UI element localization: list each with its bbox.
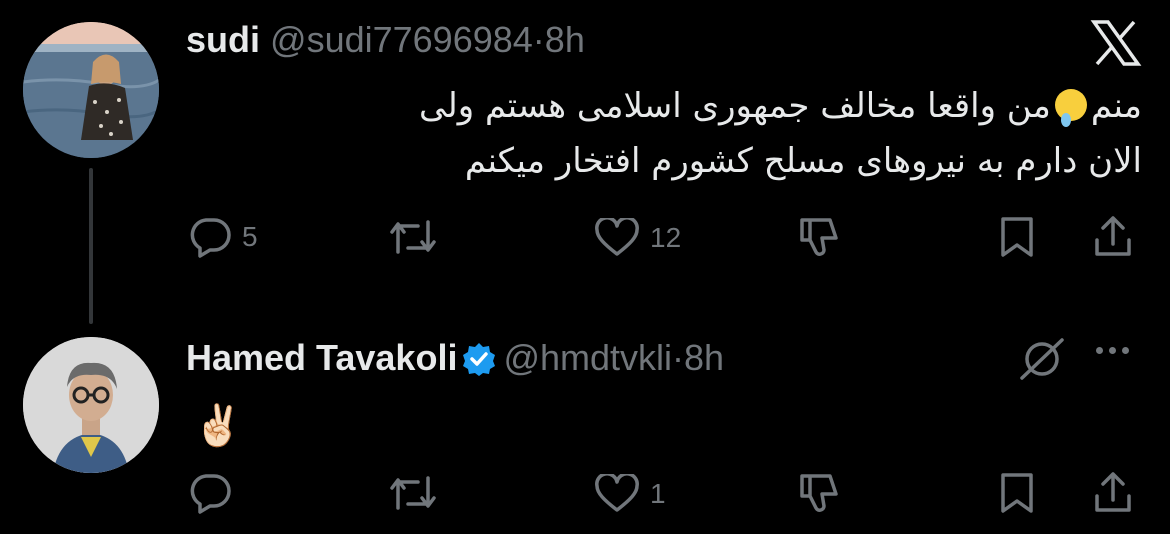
tweet2-reply-button[interactable] <box>188 472 242 514</box>
thread-connector-line <box>89 168 93 324</box>
x-logo-icon[interactable] <box>1090 20 1142 71</box>
tweet2-text: ✌🏻 <box>193 403 243 449</box>
tweet2-handle[interactable]: @hmdtvkli <box>503 337 672 378</box>
more-icon[interactable] <box>1096 347 1129 354</box>
like-icon <box>595 218 639 256</box>
tweet1-retweet-button[interactable] <box>388 218 448 256</box>
tweet1-handle[interactable]: @sudi77696984 <box>270 19 533 60</box>
tweet1-text: منم من واقعا مخالف جمهوری اسلامی هستم ولی… <box>419 79 1142 189</box>
tweet2-share-button[interactable] <box>1092 470 1134 514</box>
tweet1-line1: منم من واقعا مخالف جمهوری اسلامی هستم ولی <box>419 79 1142 134</box>
tweet1-like-button[interactable]: 12 <box>594 218 681 258</box>
tweet1-reply-count: 5 <box>242 221 258 252</box>
bookmark-icon <box>1001 217 1033 257</box>
tweet1-like-count: 12 <box>650 222 682 253</box>
share-icon <box>1095 472 1131 512</box>
tweet1-display-name[interactable]: sudi <box>186 19 260 60</box>
tweet1-line2: الان دارم به نیروهای مسلح کشورم افتخار م… <box>464 141 1142 181</box>
tweet2-retweet-button[interactable] <box>388 474 448 512</box>
avatar-hamed-tavakoli[interactable] <box>23 337 159 473</box>
bookmark-icon <box>1001 473 1033 513</box>
tweet1-reply-button[interactable]: 5 <box>188 216 258 258</box>
tweet1-separator: · <box>532 19 545 60</box>
like-icon <box>595 474 639 512</box>
tweet2-time[interactable]: 8h <box>684 337 724 378</box>
tweet1-header: sudi @sudi77696984·8h <box>186 18 585 62</box>
tweet1-dislike-button[interactable] <box>794 216 840 260</box>
tweet1-bookmark-button[interactable] <box>998 216 1036 258</box>
tweet2-like-count: 1 <box>650 478 666 509</box>
tweet2-separator: · <box>672 337 685 378</box>
tweet1-time[interactable]: 8h <box>545 19 585 60</box>
circle-slash-icon[interactable] <box>1016 336 1068 387</box>
dislike-icon <box>800 218 838 256</box>
dislike-icon <box>800 474 838 512</box>
tweet2-like-button[interactable]: 1 <box>594 474 666 514</box>
tweet1-line1-rest: من واقعا مخالف جمهوری اسلامی هستم ولی <box>419 86 1051 126</box>
tweet2-bookmark-button[interactable] <box>998 472 1036 514</box>
avatar-sudi[interactable] <box>23 22 159 158</box>
tweet2-dislike-button[interactable] <box>794 472 840 516</box>
tweet1-line1-start: منم <box>1090 86 1142 126</box>
tweet1-share-button[interactable] <box>1092 214 1134 258</box>
verified-badge-icon[interactable] <box>461 341 497 387</box>
tweet2-display-name[interactable]: Hamed Tavakoli <box>186 337 457 378</box>
share-icon <box>1095 216 1131 256</box>
holding-back-tears-emoji-icon <box>1054 89 1087 127</box>
retweet-icon <box>390 220 436 254</box>
tweet2-header: Hamed Tavakoli @hmdtvkli·8h <box>186 336 724 387</box>
retweet-icon <box>390 476 436 510</box>
reply-icon <box>190 474 231 514</box>
reply-icon <box>190 218 231 258</box>
